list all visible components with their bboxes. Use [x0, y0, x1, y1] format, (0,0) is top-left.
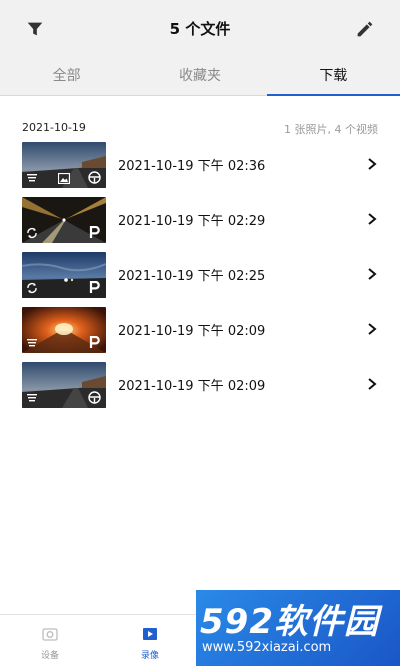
photo-icon — [58, 173, 70, 184]
page-title: 5 个文件 — [169, 20, 231, 38]
loop-icon — [27, 227, 37, 239]
video-thumbnail — [22, 307, 106, 353]
site-watermark: 592软件园 www.592xiazai.com — [196, 590, 400, 666]
chevron-right-icon[interactable] — [366, 322, 378, 336]
file-timestamp: 2021-10-19 下午 02:09 — [118, 324, 266, 339]
pencil-icon[interactable] — [354, 18, 376, 40]
tab-downloads[interactable]: 下载 — [266, 58, 400, 96]
nav-device-label: 设备 — [40, 651, 59, 661]
video-thumbnail — [22, 362, 106, 408]
tab-bar: 全部 收藏夹 下载 — [0, 58, 400, 96]
list-icon — [27, 394, 37, 402]
watermark-url: www.592xiazai.com — [202, 640, 332, 655]
video-thumbnail — [22, 142, 106, 188]
file-timestamp: 2021-10-19 下午 02:29 — [118, 214, 266, 229]
loop-icon — [27, 282, 37, 294]
camera-icon — [42, 628, 58, 641]
watermark-brand: 592软件园 — [200, 602, 379, 642]
play-icon — [143, 628, 157, 640]
group-summary: 1 张照片, 4 个视频 — [284, 123, 378, 136]
tab-favorites[interactable]: 收藏夹 — [133, 58, 266, 95]
tab-all[interactable]: 全部 — [0, 58, 133, 95]
parking-icon — [89, 336, 100, 348]
nav-device[interactable]: 设备 — [0, 615, 100, 666]
video-thumbnail — [22, 252, 106, 298]
parking-icon — [89, 226, 100, 238]
file-row[interactable]: 2021-10-19 下午 02:29 — [0, 195, 400, 250]
top-app-bar: 5 个文件 — [0, 0, 400, 58]
file-timestamp: 2021-10-19 下午 02:36 — [118, 159, 266, 174]
chevron-right-icon[interactable] — [366, 267, 378, 281]
file-row[interactable]: 2021-10-19 下午 02:09 — [0, 360, 400, 415]
steering-wheel-icon — [88, 171, 101, 184]
nav-recordings-label: 录像 — [140, 651, 159, 661]
file-row[interactable]: 2021-10-19 下午 02:25 — [0, 250, 400, 305]
file-row[interactable]: 2021-10-19 下午 02:36 — [0, 140, 400, 195]
chevron-right-icon[interactable] — [366, 212, 378, 226]
list-icon — [27, 339, 37, 347]
chevron-right-icon[interactable] — [366, 377, 378, 391]
file-list: 2021-10-19 下午 02:36 2021-10-19 下午 02:29 … — [0, 140, 400, 415]
list-icon — [27, 174, 37, 182]
chevron-right-icon[interactable] — [366, 157, 378, 171]
date-group-header: 2021-10-19 1 张照片, 4 个视频 — [22, 121, 378, 137]
file-row[interactable]: 2021-10-19 下午 02:09 — [0, 305, 400, 360]
nav-recordings[interactable]: 录像 — [100, 615, 200, 666]
file-timestamp: 2021-10-19 下午 02:09 — [118, 379, 266, 394]
steering-wheel-icon — [88, 391, 101, 404]
parking-icon — [89, 281, 100, 293]
group-date: 2021-10-19 — [22, 121, 86, 134]
file-timestamp: 2021-10-19 下午 02:25 — [118, 269, 266, 284]
video-thumbnail — [22, 197, 106, 243]
